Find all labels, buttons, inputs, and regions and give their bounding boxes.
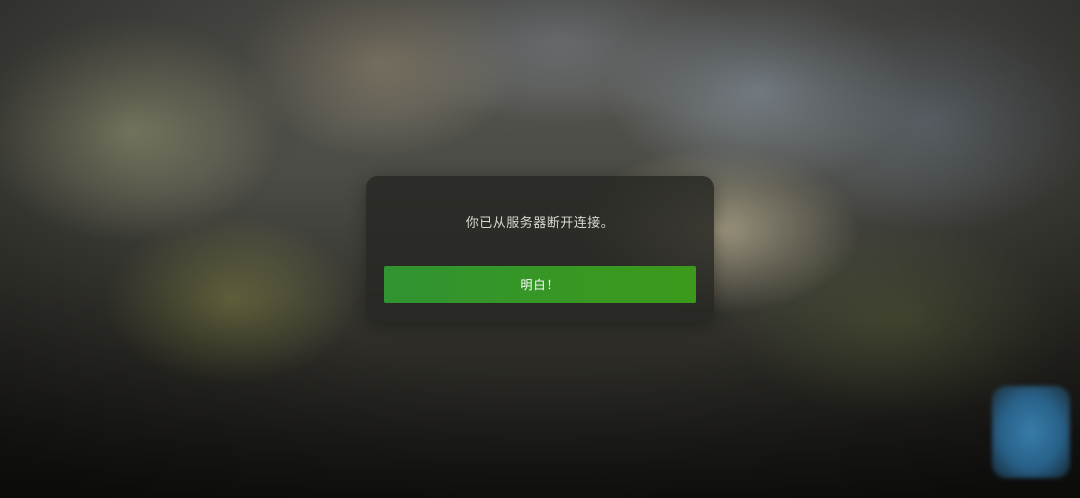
disconnect-message: 你已从服务器断开连接。 xyxy=(465,216,615,231)
confirm-button[interactable]: 明白！ xyxy=(384,266,696,303)
disconnect-dialog: 你已从服务器断开连接。 明白！ xyxy=(366,176,714,322)
blurred-corner-button xyxy=(992,386,1070,478)
game-screen: 你已从服务器断开连接。 明白！ xyxy=(0,0,1080,498)
